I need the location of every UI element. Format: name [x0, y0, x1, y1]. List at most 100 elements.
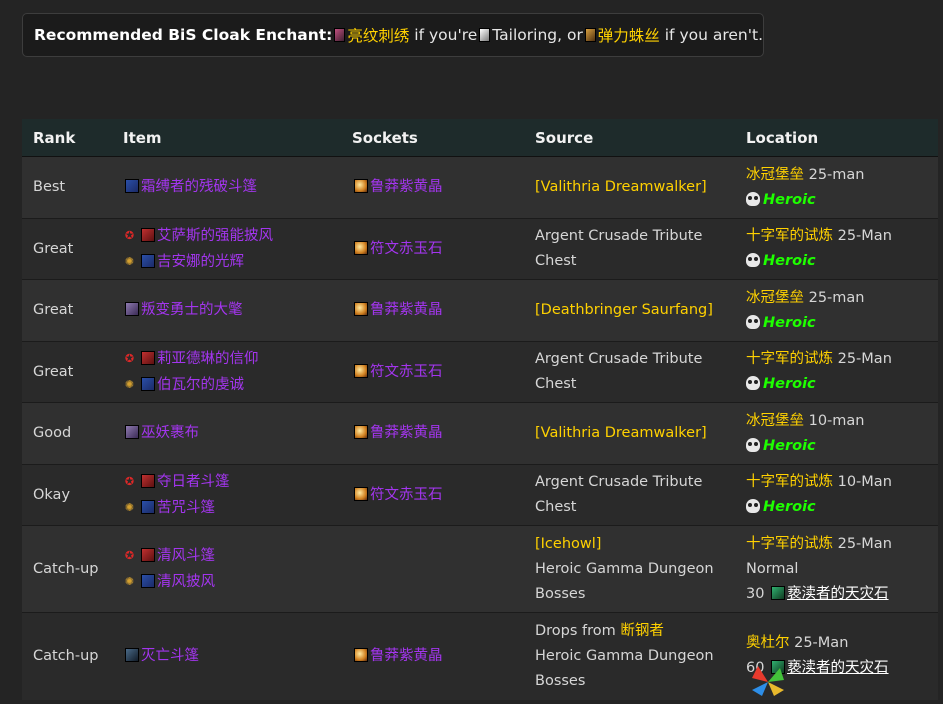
source-text: Argent Crusade Tribute: [535, 351, 703, 367]
item-link[interactable]: 叛变勇士的大氅: [141, 302, 243, 318]
zone-link[interactable]: 十字军的试炼: [746, 351, 833, 367]
enchant-mid-text-1: if you're: [414, 26, 478, 44]
zone-link[interactable]: 冰冠堡垒: [746, 167, 804, 183]
source-text: Argent Crusade Tribute: [535, 228, 703, 244]
header-rank: Rank: [22, 119, 112, 157]
enchant-mid-text-2: , or: [557, 26, 583, 44]
gem-link[interactable]: 鲁莽紫黄晶: [370, 425, 443, 441]
source-text: Bosses: [535, 585, 586, 602]
item-link[interactable]: 伯瓦尔的虔诚: [157, 377, 244, 393]
item-link[interactable]: 吉安娜的光辉: [157, 254, 244, 270]
item-link[interactable]: 艾萨斯的强能披风: [157, 228, 273, 244]
raid-size: 25-Man: [837, 535, 892, 552]
tailoring-icon: [479, 28, 491, 42]
item-link[interactable]: 莉亚德琳的信仰: [157, 351, 259, 367]
cloak-icon: [141, 351, 155, 365]
horde-faction-icon: ✪: [124, 475, 135, 488]
source-line[interactable]: [Valithria Dreamwalker]: [535, 175, 735, 200]
difficulty-label: Heroic: [763, 253, 816, 269]
raid-size: 25-man: [808, 166, 865, 183]
gem-icon: [354, 486, 368, 501]
spider-silk-icon: [584, 28, 596, 42]
socket-cell: 鲁莽紫黄晶: [341, 402, 524, 465]
item-line: 霜缚者的残破斗篷: [123, 175, 341, 200]
horde-faction-icon: ✪: [124, 229, 135, 242]
table-row: Catch-up ✪ 清风斗篷 ✺ 清风披风 [Icehowl] Heroic Gamma …: [22, 525, 938, 613]
table-row: Okay ✪ 夺日者斗篷 ✺ 苦咒斗篷 符文赤玉石 Argent Crusade Tribu…: [22, 464, 938, 526]
gem-link[interactable]: 符文赤玉石: [370, 241, 443, 257]
source-line[interactable]: [Deathbringer Saurfang]: [535, 298, 735, 323]
zone-link[interactable]: 十字军的试炼: [746, 474, 833, 490]
location-zone-line: 十字军的试炼 25-Man: [746, 224, 938, 249]
horde-faction-icon: ✪: [124, 549, 135, 562]
currency-link[interactable]: 亵渎者的天灾石: [787, 586, 889, 602]
source-text: Chest: [535, 253, 577, 269]
cost-amount: 30: [746, 585, 765, 602]
item-cell: ✪ 艾萨斯的强能披风 ✺ 吉安娜的光辉: [112, 218, 341, 280]
source-cell: [Valithria Dreamwalker]: [524, 156, 735, 219]
table-row: Great 叛变勇士的大氅 鲁莽紫黄晶 [Deathbringer Saurfang]…: [22, 279, 938, 342]
source-text: Chest: [535, 499, 577, 515]
rank-cell: Great: [22, 279, 112, 342]
gem-link[interactable]: 符文赤玉石: [370, 364, 443, 380]
source-line: Argent Crusade Tribute: [535, 470, 735, 495]
gem-link[interactable]: 符文赤玉石: [370, 487, 443, 503]
location-zone-line: 十字军的试炼 25-Man: [746, 532, 938, 557]
gem-link[interactable]: 鲁莽紫黄晶: [370, 302, 443, 318]
source-cell: [Icehowl] Heroic Gamma Dungeon Bosses: [524, 525, 735, 613]
socket-cell: 鲁莽紫黄晶: [341, 156, 524, 219]
table-row: Great ✪ 艾萨斯的强能披风 ✺ 吉安娜的光辉 符文赤玉石 Argent Crusade…: [22, 218, 938, 280]
socket-cell: 符文赤玉石: [341, 464, 524, 526]
table-header-row: Rank Item Sockets Source Location: [22, 119, 938, 157]
item-link[interactable]: 巫妖裹布: [141, 425, 199, 441]
rank-cell: Catch-up: [22, 525, 112, 613]
enchant-mid-text-3: if you aren't.: [664, 26, 764, 44]
item-line: 叛变勇士的大氅: [123, 298, 341, 323]
zone-link[interactable]: 冰冠堡垒: [746, 290, 804, 306]
horde-faction-icon: ✪: [124, 352, 135, 365]
socket-cell: 符文赤玉石: [341, 218, 524, 280]
embroidery-icon: [334, 28, 346, 42]
zone-link[interactable]: 冰冠堡垒: [746, 413, 804, 429]
currency-link[interactable]: 亵渎者的天灾石: [787, 660, 889, 676]
zone-link[interactable]: 十字军的试炼: [746, 536, 833, 552]
boss-link[interactable]: 断钢者: [620, 623, 664, 639]
alliance-faction-icon: ✺: [124, 378, 135, 391]
enchant-secondary-link[interactable]: 弹力蛛丝: [598, 24, 660, 46]
zone-link[interactable]: 十字军的试炼: [746, 228, 833, 244]
zone-link[interactable]: 奥杜尔: [746, 635, 790, 651]
item-link[interactable]: 苦咒斗篷: [157, 500, 215, 516]
header-item: Item: [112, 119, 341, 157]
boss-link[interactable]: [Icehowl]: [535, 536, 601, 552]
item-link[interactable]: 灭亡斗篷: [141, 648, 199, 664]
item-line: ✺ 吉安娜的光辉: [123, 249, 341, 275]
boss-link[interactable]: [Valithria Dreamwalker]: [535, 179, 707, 195]
item-link[interactable]: 霜缚者的残破斗篷: [141, 179, 257, 195]
gem-link[interactable]: 鲁莽紫黄晶: [370, 179, 443, 195]
source-line[interactable]: [Icehowl]: [535, 532, 735, 557]
difficulty-line: Heroic: [746, 249, 938, 274]
source-cell: [Deathbringer Saurfang]: [524, 279, 735, 342]
item-link[interactable]: 夺日者斗篷: [157, 474, 230, 490]
cloak-icon: [141, 228, 155, 242]
location-zone-line: 十字军的试炼 25-Man: [746, 347, 938, 372]
item-line: ✺ 伯瓦尔的虔诚: [123, 372, 341, 398]
gem-icon: [354, 179, 368, 193]
gem-link[interactable]: 鲁莽紫黄晶: [370, 648, 443, 664]
item-link[interactable]: 清风斗篷: [157, 548, 215, 564]
difficulty-line: Heroic: [746, 188, 938, 213]
raid-size: 25-man: [808, 289, 865, 306]
location-cell: 十字军的试炼 10-Man Heroic: [735, 464, 938, 526]
item-line: ✪ 清风斗篷: [123, 543, 341, 569]
skull-icon: [746, 253, 760, 267]
source-line[interactable]: [Valithria Dreamwalker]: [535, 421, 735, 446]
location-zone-line: 冰冠堡垒 10-man: [746, 409, 938, 434]
skull-icon: [746, 191, 760, 206]
item-link[interactable]: 清风披风: [157, 574, 215, 590]
enchant-primary-link[interactable]: 亮纹刺绣: [347, 24, 409, 46]
source-line: Argent Crusade Tribute: [535, 347, 735, 372]
item-cell: 叛变勇士的大氅: [112, 279, 341, 342]
boss-link[interactable]: [Deathbringer Saurfang]: [535, 302, 713, 318]
boss-link[interactable]: [Valithria Dreamwalker]: [535, 425, 707, 441]
raid-size: 25-Man: [837, 351, 892, 367]
